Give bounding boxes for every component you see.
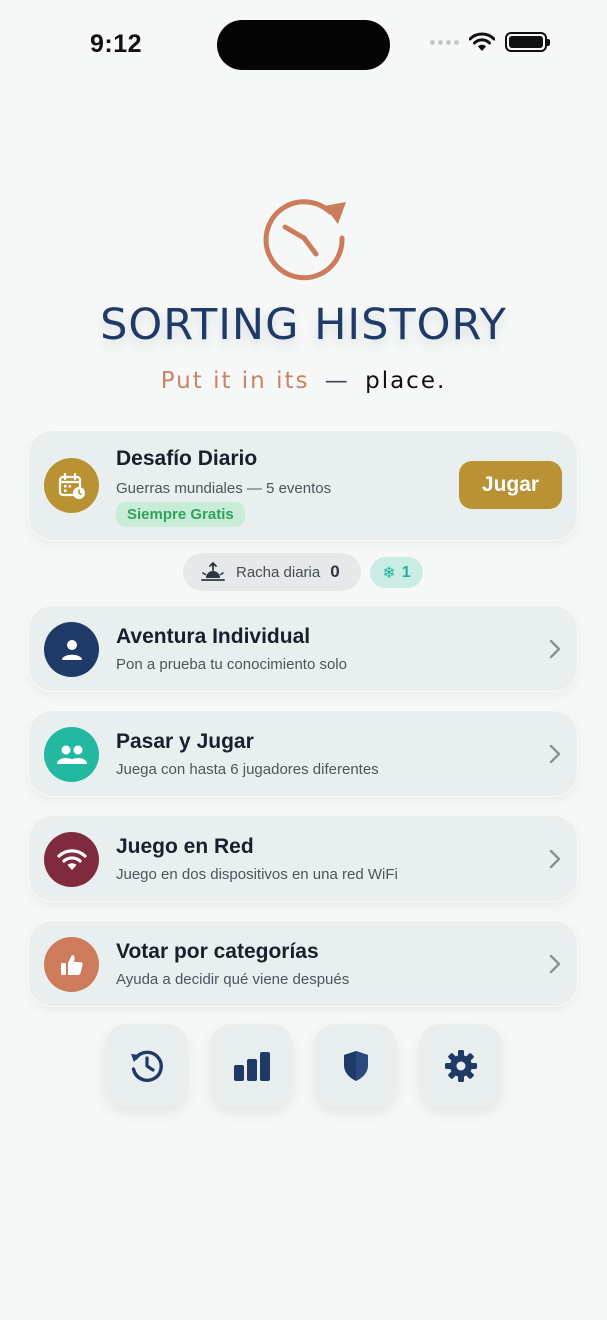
tagline-dash: — [324,368,350,394]
thumbs-up-icon [44,937,99,992]
freeze-count: 1 [401,563,411,581]
streak-value: 0 [330,562,340,581]
battery-icon [505,32,550,52]
mode-subtitle: Pon a prueba tu conocimiento solo [116,656,347,673]
shield-icon [343,1050,368,1081]
mode-title: Aventura Individual [116,625,311,648]
daily-challenge-card[interactable]: Desafío Diario Guerras mundiales — 5 eve… [28,430,578,541]
stats-icon [233,1051,270,1081]
mode-subtitle: Ayuda a decidir qué viene después [116,971,350,988]
wifi-icon [44,832,99,887]
tagline-part2: place. [365,368,447,394]
mode-card-pass-and-play[interactable]: Pasar y Jugar Juega con hasta 6 jugadore… [28,710,578,797]
snowflake-icon: ❄ [382,564,396,582]
settings-button[interactable] [419,1024,502,1107]
mode-subtitle: Juego en dos dispositivos en una red WiF… [116,866,398,883]
mode-card-individual[interactable]: Aventura Individual Pon a prueba tu cono… [28,605,578,692]
wifi-status-icon [469,32,495,51]
dynamic-island [217,20,390,70]
app-screen: 9:12 SORTING HISTORY Put it in its — pla… [0,0,607,1320]
mode-title: Pasar y Jugar [116,730,254,753]
daily-challenge-subtitle: Guerras mundiales — 5 eventos [116,480,332,497]
chevron-right-icon [549,744,561,764]
daily-challenge-title: Desafío Diario [116,447,258,470]
status-indicators [430,32,550,52]
chevron-right-icon [549,849,561,869]
calendar-clock-icon [44,458,99,513]
clock-restart-icon [263,199,346,281]
streak-label: Racha diaria [236,563,321,581]
play-button[interactable]: Jugar [459,461,562,509]
mode-subtitle: Juega con hasta 6 jugadores diferentes [116,761,379,778]
mode-card-network[interactable]: Juego en Red Juego en dos dispositivos e… [28,815,578,902]
mode-title: Juego en Red [116,835,254,858]
privacy-button[interactable] [314,1024,397,1107]
history-button[interactable] [105,1024,188,1107]
app-title: SORTING HISTORY [100,300,507,350]
person-icon [44,622,99,677]
status-time: 9:12 [90,30,143,58]
streak-freeze-pill[interactable]: ❄ 1 [370,557,423,588]
sunrise-icon [201,562,225,581]
chevron-right-icon [549,954,561,974]
daily-streak-pill[interactable]: Racha diaria 0 [183,553,361,591]
group-icon [44,727,99,782]
mode-title: Votar por categorías [116,940,319,963]
settings-icon [444,1049,477,1082]
tagline-part1: Put it in its [160,368,310,394]
stats-button[interactable] [210,1024,293,1107]
free-badge: Siempre Gratis [116,502,245,527]
mode-card-vote[interactable]: Votar por categorías Ayuda a decidir qué… [28,920,578,1007]
cellular-signal-icon [430,39,459,45]
history-icon [130,1050,163,1082]
chevron-right-icon [549,639,561,659]
tagline: Put it in its — place. [0,368,607,394]
